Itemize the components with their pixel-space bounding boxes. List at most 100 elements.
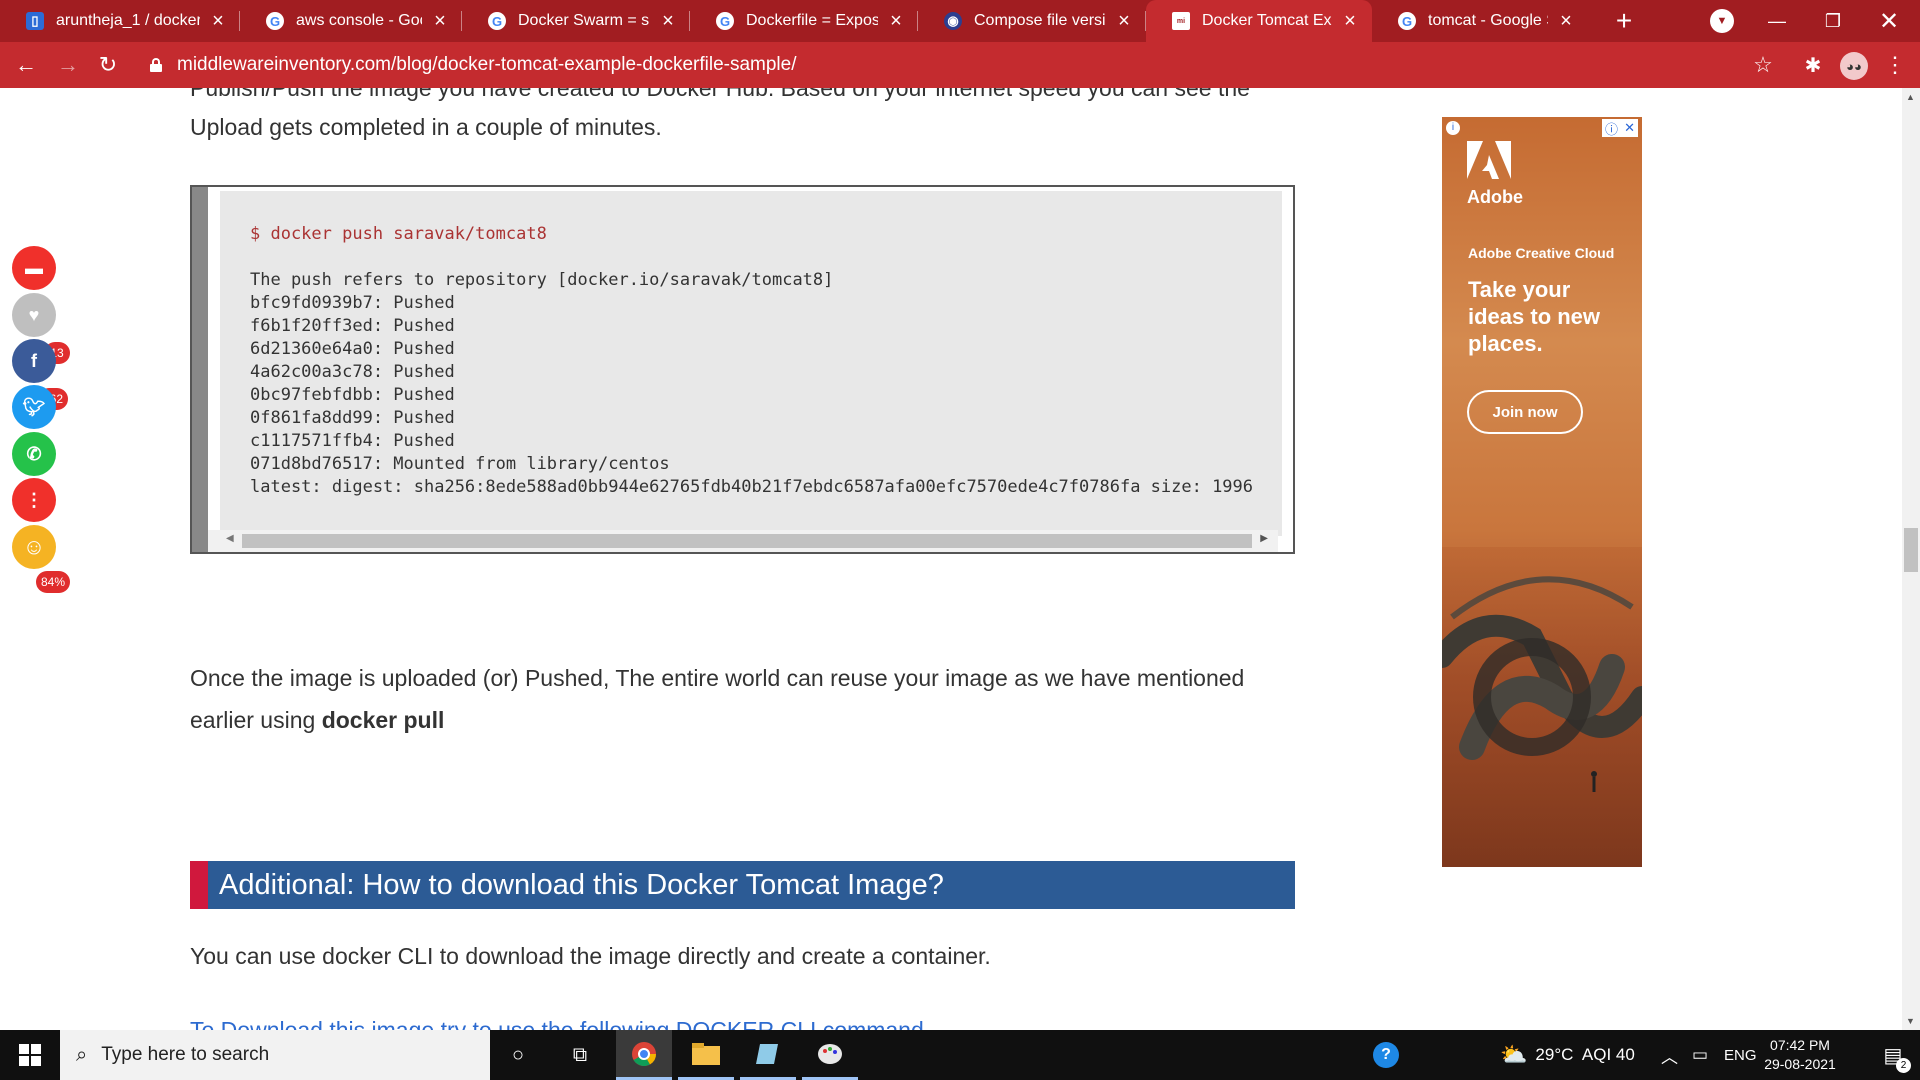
network-icon[interactable]: ▭ — [1692, 1030, 1708, 1080]
back-button[interactable]: ← — [6, 42, 46, 88]
tab-docker-swarm[interactable]: G Docker Swarm = singl × — [462, 0, 690, 42]
scrollbar-thumb[interactable] — [242, 534, 1252, 548]
profile-avatar[interactable]: ◕◕ — [1840, 52, 1868, 80]
page-vertical-scrollbar[interactable]: ▲ ▼ — [1902, 88, 1920, 1030]
tab-title: Dockerfile = Expose, V — [746, 12, 878, 29]
search-icon: ⌕ — [76, 1043, 88, 1066]
address-bar[interactable]: middlewareinventory.com/blog/docker-tomc… — [177, 42, 797, 88]
close-icon[interactable]: × — [1114, 10, 1134, 33]
code-command: $ docker push saravak/tomcat8 — [250, 224, 547, 244]
adobe-logo-icon — [1467, 141, 1511, 179]
tab-title: tomcat - Google Sear — [1428, 12, 1548, 29]
weather-widget[interactable]: ⛅ 29°C AQI 40 — [1500, 1030, 1635, 1080]
docker-pull-emphasis: docker pull — [321, 707, 445, 733]
chrome-icon — [632, 1041, 656, 1066]
file-explorer-icon[interactable] — [678, 1030, 734, 1080]
twitter-share-button[interactable]: 🐦︎ — [12, 385, 56, 429]
facebook-icon: f — [31, 350, 37, 371]
taskbar-search-box[interactable]: ⌕ Type here to search — [60, 1030, 490, 1080]
start-button[interactable] — [0, 1030, 60, 1080]
extensions-icon[interactable]: ✱ — [1798, 42, 1828, 88]
ad-choices[interactable]: ⓘ ✕ — [1602, 119, 1638, 137]
ad-artwork — [1442, 547, 1642, 867]
new-tab-button[interactable]: + — [1606, 0, 1642, 42]
google-icon: G — [488, 12, 506, 30]
minimize-button[interactable]: — — [1750, 0, 1804, 42]
tab-title: aws console - Google — [296, 12, 422, 29]
scroll-left-arrow-icon[interactable]: ◀ — [226, 533, 234, 544]
cli-paragraph: You can use docker CLI to download the i… — [190, 943, 991, 969]
compose-icon: ◉ — [944, 12, 962, 30]
scrollbar-thumb[interactable] — [1904, 528, 1918, 572]
language-indicator[interactable]: ENG — [1724, 1030, 1757, 1080]
ad-choices-icon[interactable]: ⓘ — [1605, 119, 1618, 138]
code-horizontal-scrollbar[interactable]: ◀ ▶ — [208, 530, 1278, 552]
tab-tomcat-search[interactable]: G tomcat - Google Sear × — [1372, 0, 1588, 42]
comment-button[interactable]: ▬ — [12, 246, 56, 290]
heart-icon: ♥ — [28, 304, 40, 325]
close-icon[interactable]: × — [430, 10, 450, 33]
action-center-button[interactable]: ▤ 2 — [1866, 1030, 1920, 1080]
adobe-ad[interactable]: i ⓘ ✕ Adobe Adobe Creative Cloud Take you… — [1442, 117, 1642, 867]
code-block: $ docker push saravak/tomcat8 The push r… — [190, 185, 1295, 554]
scroll-down-arrow-icon[interactable]: ▼ — [1906, 1016, 1915, 1026]
upload-paragraph: Upload gets completed in a couple of min… — [190, 114, 662, 140]
task-view-icon[interactable]: ⧉ — [552, 1030, 608, 1080]
more-share-button[interactable]: ⋮ — [12, 478, 56, 522]
system-clock[interactable]: 07:42 PM 29-08-2021 — [1760, 1036, 1840, 1074]
tab-aws-console[interactable]: G aws console - Google × — [240, 0, 462, 42]
clock-time: 07:42 PM — [1770, 1037, 1830, 1053]
browser-toolbar: ← → ↻ middlewareinventory.com/blog/docke… — [0, 42, 1920, 88]
close-window-button[interactable]: ✕ — [1862, 0, 1916, 42]
ad-product: Adobe Creative Cloud — [1468, 245, 1615, 261]
tab-search-icon[interactable]: ▼ — [1710, 9, 1734, 33]
close-icon[interactable]: × — [1556, 10, 1576, 33]
tab-trello[interactable]: ▯ aruntheja_1 / docker- × — [0, 0, 240, 42]
close-icon[interactable]: × — [886, 10, 906, 33]
google-icon: G — [266, 12, 284, 30]
reload-button[interactable]: ↻ — [88, 42, 128, 88]
code-line: 4a62c00a3c78: Pushed — [250, 362, 455, 382]
join-now-button[interactable]: Join now — [1467, 390, 1583, 434]
show-hidden-icons[interactable]: ︿ — [1661, 1030, 1678, 1080]
cutoff-link-text[interactable]: To Download this image try to use the fo… — [190, 1018, 924, 1030]
site-icon: mi — [1172, 12, 1190, 30]
close-icon[interactable]: × — [658, 10, 678, 33]
help-icon[interactable]: ? — [1358, 1030, 1414, 1080]
tab-compose-file[interactable]: ◉ Compose file version × — [918, 0, 1146, 42]
tab-title: aruntheja_1 / docker- — [56, 12, 200, 29]
code-line: 071d8bd76517: Mounted from library/cento… — [250, 454, 670, 474]
restore-button[interactable]: ❐ — [1806, 0, 1860, 42]
code-line: f6b1f20ff3ed: Pushed — [250, 316, 455, 336]
google-icon: G — [1398, 12, 1416, 30]
search-placeholder: Type here to search — [101, 1044, 270, 1065]
scroll-right-arrow-icon[interactable]: ▶ — [1260, 533, 1268, 544]
code-block-accent — [192, 187, 208, 552]
like-button[interactable]: ♥ — [12, 293, 56, 337]
chrome-menu-icon[interactable]: ⋮ — [1880, 42, 1910, 88]
bookmark-star-icon[interactable]: ☆ — [1748, 42, 1778, 88]
close-icon[interactable]: × — [1340, 10, 1360, 33]
code-line: c1117571ffb4: Pushed — [250, 431, 455, 451]
heading-accent — [190, 861, 208, 909]
tab-docker-tomcat[interactable]: mi Docker Tomcat Examp × — [1146, 0, 1372, 42]
reuse-paragraph-line-1: Once the image is uploaded (or) Pushed, … — [190, 665, 1245, 691]
whatsapp-share-button[interactable]: ✆ — [12, 432, 56, 476]
clock-date: 29-08-2021 — [1764, 1056, 1836, 1072]
ad-info-icon[interactable]: i — [1446, 121, 1460, 135]
heading-text: Additional: How to download this Docker … — [219, 869, 944, 901]
facebook-share-button[interactable]: f — [12, 339, 56, 383]
notepad-icon[interactable] — [740, 1030, 796, 1080]
cortana-icon[interactable]: ○ — [490, 1030, 546, 1080]
chevron-up-icon: ︿ — [1661, 1047, 1678, 1067]
tab-title: Docker Tomcat Examp — [1202, 12, 1332, 29]
close-icon[interactable]: × — [208, 10, 228, 33]
reaction-button[interactable]: ☺ — [12, 525, 56, 569]
scroll-up-arrow-icon[interactable]: ▲ — [1906, 92, 1915, 102]
ad-close-icon[interactable]: ✕ — [1624, 120, 1635, 136]
chrome-taskbar-icon[interactable] — [616, 1030, 672, 1080]
paint-icon[interactable] — [802, 1030, 858, 1080]
tab-dockerfile-expose[interactable]: G Dockerfile = Expose, V × — [690, 0, 918, 42]
forward-button[interactable]: → — [48, 42, 88, 88]
lock-icon[interactable] — [150, 58, 162, 72]
